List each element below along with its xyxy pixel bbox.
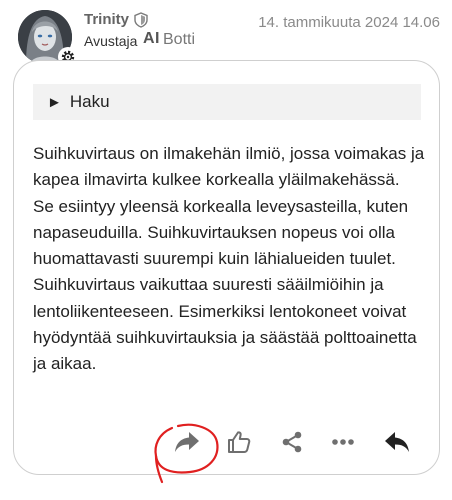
expand-triangle-icon: ► — [47, 93, 62, 111]
like-button[interactable] — [224, 428, 254, 456]
reply-button[interactable] — [382, 428, 412, 456]
bot-label: Botti — [163, 31, 196, 48]
share-forward-icon — [175, 432, 199, 452]
reply-icon — [385, 432, 409, 452]
share-icon — [282, 431, 302, 453]
details-summary-label: Haku — [69, 92, 110, 111]
more-button[interactable] — [328, 428, 358, 456]
more-icon — [332, 439, 354, 445]
username[interactable]: Trinity — [84, 11, 129, 28]
like-icon — [228, 431, 251, 453]
post-date[interactable]: 14. tammikuuta 2024 14.06 — [258, 14, 440, 31]
details-summary-haku[interactable]: ► Haku — [33, 84, 421, 120]
post-actions — [0, 428, 452, 458]
share-forward-button[interactable] — [172, 428, 202, 456]
shield-icon — [134, 12, 148, 28]
user-title: Avustaja — [84, 33, 138, 49]
share-button[interactable] — [277, 428, 307, 456]
ai-badge: AI — [143, 30, 160, 47]
post-body: Suihkuvirtaus on ilmakehän ilmiö, jossa … — [33, 144, 425, 374]
